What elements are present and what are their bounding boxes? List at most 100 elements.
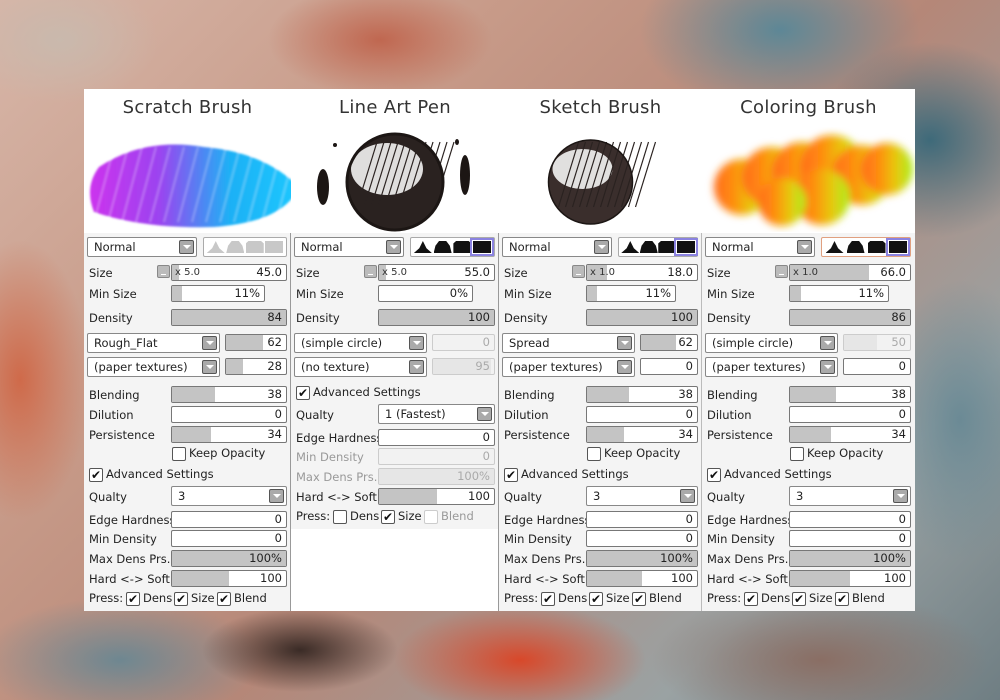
blend-mode-select[interactable]: Normal bbox=[502, 237, 612, 257]
blending-slider[interactable]: 38 bbox=[586, 386, 698, 403]
press-blend-checkbox[interactable]: ✔ bbox=[217, 592, 231, 606]
texture-select[interactable]: (paper textures) bbox=[502, 357, 635, 377]
edge-hardness-slider[interactable]: 0 bbox=[586, 511, 698, 528]
brush-shape-flat-icon[interactable] bbox=[245, 241, 264, 253]
hard-soft-slider[interactable]: 100 bbox=[586, 570, 698, 587]
press-dens-checkbox[interactable]: ✔ bbox=[541, 592, 555, 606]
size-slider[interactable]: x 5.0 55.0 bbox=[378, 264, 495, 281]
size-slider[interactable]: x 5.0 45.0 bbox=[171, 264, 287, 281]
blend-mode-select[interactable]: Normal bbox=[705, 237, 815, 257]
brush-shape-select[interactable]: (simple circle) bbox=[294, 333, 427, 353]
chevron-down-icon[interactable] bbox=[680, 489, 695, 503]
edge-hardness-slider[interactable]: 0 bbox=[378, 429, 495, 446]
keep-opacity-checkbox[interactable] bbox=[172, 447, 186, 461]
texture-strength[interactable]: 0 bbox=[640, 358, 698, 375]
blending-slider[interactable]: 38 bbox=[171, 386, 287, 403]
hard-soft-slider[interactable]: 100 bbox=[789, 570, 911, 587]
brush-shape-flat-icon[interactable] bbox=[658, 241, 677, 253]
chevron-down-icon[interactable] bbox=[893, 489, 908, 503]
brush-shape-square-icon[interactable] bbox=[470, 238, 495, 256]
texture-select[interactable]: (paper textures) bbox=[705, 357, 838, 377]
size-pressure-toggle[interactable] bbox=[157, 265, 170, 278]
persistence-slider[interactable]: 34 bbox=[789, 426, 911, 443]
advanced-settings-checkbox[interactable]: ✔ bbox=[89, 468, 103, 482]
brush-shape-square-icon[interactable] bbox=[673, 238, 698, 256]
chevron-down-icon[interactable] bbox=[594, 240, 609, 254]
density-slider[interactable]: 84 bbox=[171, 309, 287, 326]
max-dens-slider[interactable]: 100% bbox=[171, 550, 287, 567]
edge-hardness-slider[interactable]: 0 bbox=[171, 511, 287, 528]
min-density-slider[interactable]: 0 bbox=[586, 530, 698, 547]
min-size-slider[interactable]: 11% bbox=[586, 285, 676, 302]
press-size-checkbox-label[interactable]: Size bbox=[809, 591, 833, 605]
brush-shape-select[interactable]: Spread bbox=[502, 333, 635, 353]
brush-shape-select[interactable]: Rough_Flat bbox=[87, 333, 220, 353]
max-dens-slider[interactable]: 100% bbox=[789, 550, 911, 567]
texture-select[interactable]: (no texture) bbox=[294, 357, 427, 377]
press-blend-checkbox-label[interactable]: Blend bbox=[234, 591, 267, 605]
advanced-settings-checkbox[interactable]: ✔ bbox=[707, 468, 721, 482]
min-size-slider[interactable]: 0% bbox=[378, 285, 473, 302]
brush-shape-selector[interactable] bbox=[410, 237, 495, 257]
dilution-slider[interactable]: 0 bbox=[789, 406, 911, 423]
brush-shape-select[interactable]: (simple circle) bbox=[705, 333, 838, 353]
press-dens-checkbox-label[interactable]: Dens bbox=[350, 509, 379, 523]
press-dens-checkbox[interactable] bbox=[333, 510, 347, 524]
brush-shape-strength[interactable]: 62 bbox=[640, 334, 698, 351]
press-dens-checkbox[interactable]: ✔ bbox=[126, 592, 140, 606]
quality-select[interactable]: 3 bbox=[171, 486, 287, 506]
size-slider[interactable]: x 1.0 18.0 bbox=[586, 264, 698, 281]
brush-shape-round-icon[interactable] bbox=[846, 241, 865, 253]
chevron-down-icon[interactable] bbox=[617, 360, 632, 374]
min-density-slider[interactable]: 0 bbox=[171, 530, 287, 547]
keep-opacity-checkbox[interactable] bbox=[587, 447, 601, 461]
brush-shape-sharp-icon[interactable] bbox=[621, 241, 640, 253]
keep-opacity-checkbox-label[interactable]: Keep Opacity bbox=[189, 446, 265, 460]
size-pressure-toggle[interactable] bbox=[775, 265, 788, 278]
advanced-settings-checkbox-label[interactable]: Advanced Settings bbox=[521, 467, 629, 481]
press-blend-checkbox[interactable]: ✔ bbox=[835, 592, 849, 606]
press-size-checkbox[interactable]: ✔ bbox=[589, 592, 603, 606]
advanced-settings-checkbox[interactable]: ✔ bbox=[296, 386, 310, 400]
brush-shape-flat-icon[interactable] bbox=[453, 241, 472, 253]
brush-shape-sharp-icon[interactable] bbox=[413, 241, 432, 253]
press-dens-checkbox-label[interactable]: Dens bbox=[761, 591, 790, 605]
dilution-slider[interactable]: 0 bbox=[171, 406, 287, 423]
quality-select[interactable]: 3 bbox=[586, 486, 698, 506]
persistence-slider[interactable]: 34 bbox=[171, 426, 287, 443]
press-size-checkbox-label[interactable]: Size bbox=[606, 591, 630, 605]
brush-shape-round-icon[interactable] bbox=[226, 241, 245, 253]
chevron-down-icon[interactable] bbox=[409, 336, 424, 350]
hard-soft-slider[interactable]: 100 bbox=[378, 488, 495, 505]
press-blend-checkbox-label[interactable]: Blend bbox=[852, 591, 885, 605]
blending-slider[interactable]: 38 bbox=[789, 386, 911, 403]
chevron-down-icon[interactable] bbox=[820, 336, 835, 350]
edge-hardness-slider[interactable]: 0 bbox=[789, 511, 911, 528]
chevron-down-icon[interactable] bbox=[617, 336, 632, 350]
brush-shape-sharp-icon[interactable] bbox=[825, 241, 844, 253]
chevron-down-icon[interactable] bbox=[269, 489, 284, 503]
max-dens-slider[interactable]: 100% bbox=[586, 550, 698, 567]
texture-strength[interactable]: 28 bbox=[225, 358, 287, 375]
chevron-down-icon[interactable] bbox=[179, 240, 194, 254]
chevron-down-icon[interactable] bbox=[386, 240, 401, 254]
chevron-down-icon[interactable] bbox=[202, 336, 217, 350]
blend-mode-select[interactable]: Normal bbox=[87, 237, 197, 257]
keep-opacity-checkbox[interactable] bbox=[790, 447, 804, 461]
hard-soft-slider[interactable]: 100 bbox=[171, 570, 287, 587]
dilution-slider[interactable]: 0 bbox=[586, 406, 698, 423]
press-size-checkbox[interactable]: ✔ bbox=[381, 510, 395, 524]
brush-shape-square-icon[interactable] bbox=[265, 241, 284, 253]
size-slider[interactable]: x 1.0 66.0 bbox=[789, 264, 911, 281]
press-dens-checkbox-label[interactable]: Dens bbox=[558, 591, 587, 605]
brush-shape-round-icon[interactable] bbox=[639, 241, 658, 253]
chevron-down-icon[interactable] bbox=[477, 407, 492, 421]
chevron-down-icon[interactable] bbox=[202, 360, 217, 374]
min-density-slider[interactable]: 0 bbox=[789, 530, 911, 547]
advanced-settings-checkbox-label[interactable]: Advanced Settings bbox=[106, 467, 214, 481]
brush-shape-selector[interactable] bbox=[618, 237, 698, 257]
density-slider[interactable]: 86 bbox=[789, 309, 911, 326]
press-blend-checkbox[interactable]: ✔ bbox=[632, 592, 646, 606]
press-dens-checkbox-label[interactable]: Dens bbox=[143, 591, 172, 605]
chevron-down-icon[interactable] bbox=[409, 360, 424, 374]
